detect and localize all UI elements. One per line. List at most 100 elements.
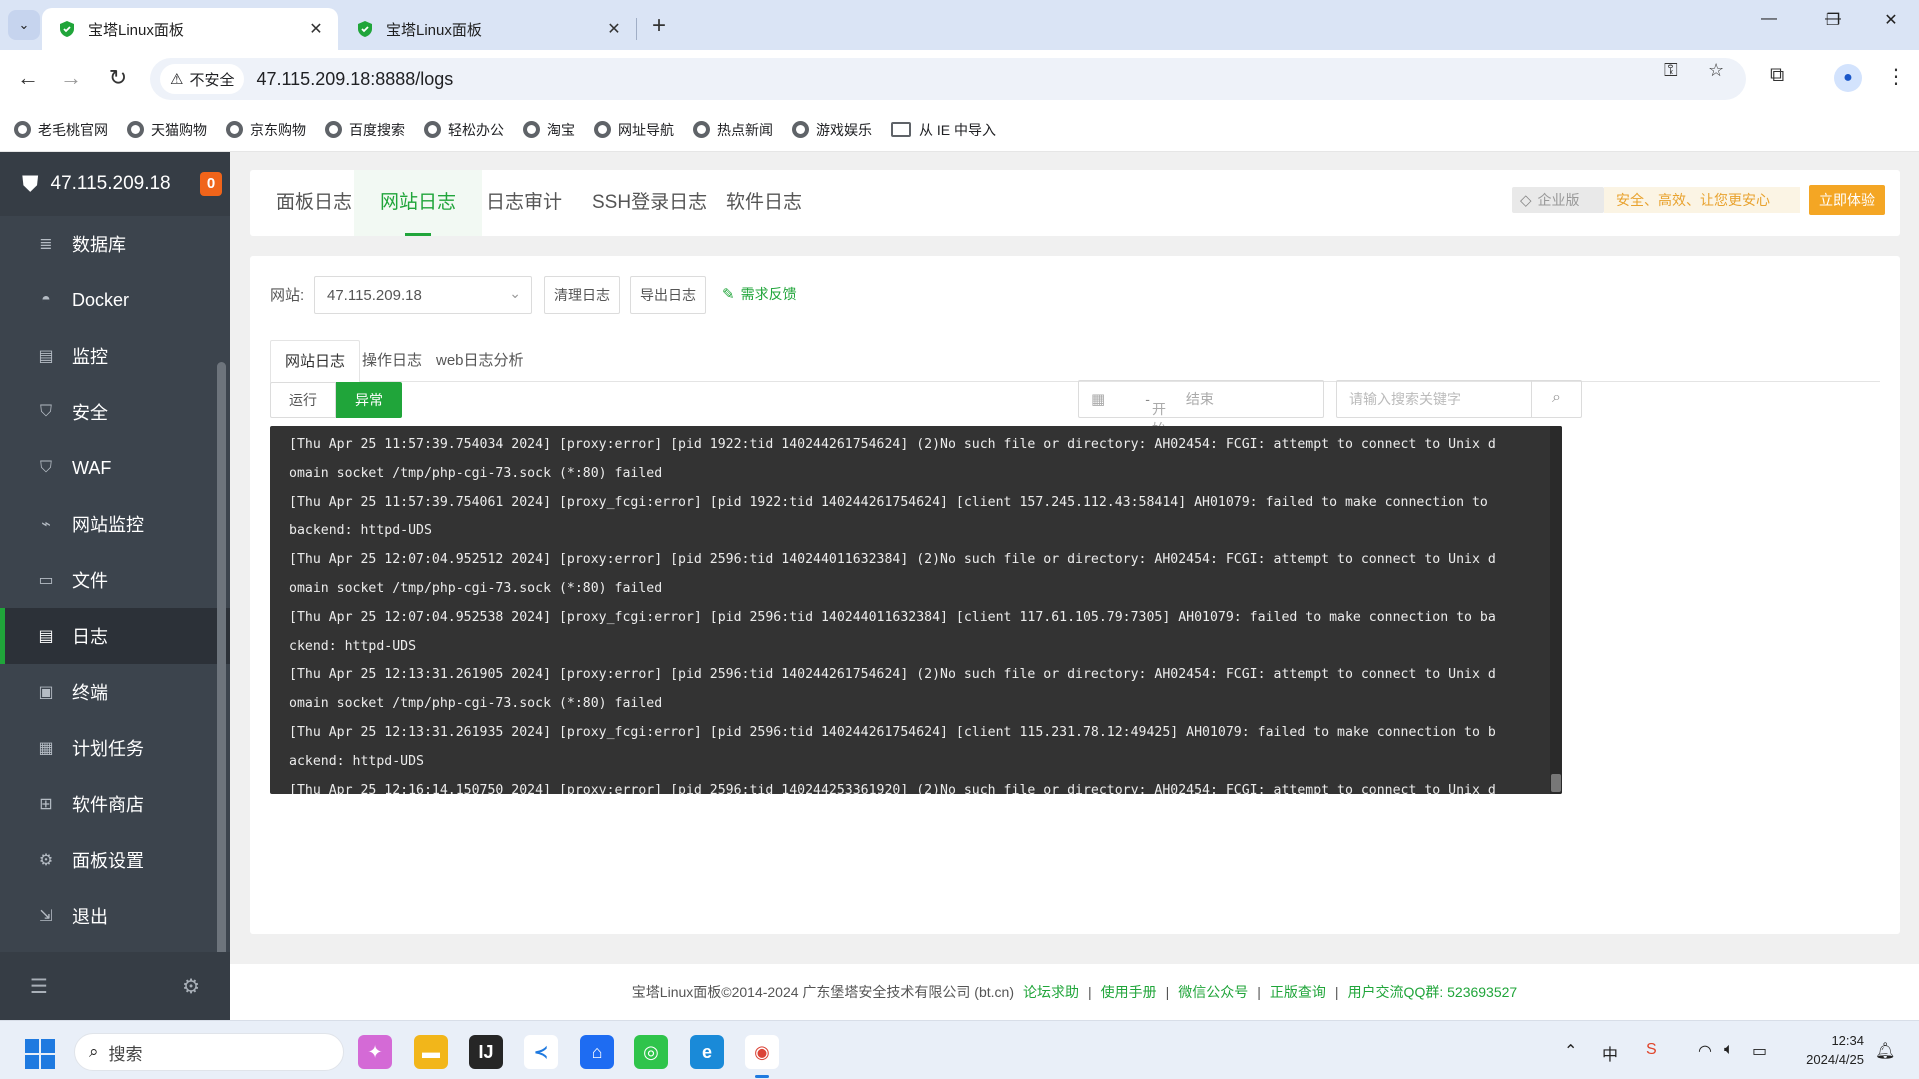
search-icon[interactable]: ⌕ — [1531, 381, 1581, 417]
sidebar-item[interactable]: ⛉ 安全 — [0, 384, 230, 440]
try-now-button[interactable]: 立即体验 — [1809, 185, 1885, 215]
bookmark-label: 百度搜索 — [349, 121, 405, 138]
battery-icon[interactable]: ▭ — [1752, 1041, 1767, 1061]
subtab-website-log[interactable]: 网站日志 — [270, 340, 361, 383]
sidebar-item[interactable]: ▤ 日志 — [0, 608, 230, 664]
forward-button[interactable]: → — [56, 64, 86, 94]
subtab-web-log-analysis[interactable]: web日志分析 — [422, 340, 538, 383]
edge-browser-icon[interactable]: e — [690, 1035, 724, 1069]
feedback-link[interactable]: ✎ 需求反馈 — [722, 284, 797, 304]
sidebar-item[interactable]: ▭ 文件 — [0, 552, 230, 608]
tab-close-icon[interactable]: ✕ — [604, 19, 624, 39]
volume-icon[interactable]: 🔈︎ — [1724, 1041, 1734, 1059]
taskbar-search[interactable]: ⌕ 搜索 — [74, 1033, 344, 1071]
bookmark-item[interactable]: 老毛桃官网 — [14, 120, 108, 140]
date-end[interactable]: 结束 — [1186, 389, 1214, 409]
bookmark-item[interactable]: 轻松办公 — [424, 120, 504, 140]
folder-icon: ▭ — [38, 572, 54, 589]
restore-button[interactable]: ❐ — [1818, 10, 1848, 30]
error-log-button[interactable]: 异常 — [336, 382, 402, 418]
tray-chevron-icon[interactable]: ⌃ — [1564, 1041, 1577, 1061]
wifi-icon[interactable]: ◠ — [1698, 1041, 1712, 1061]
start-button[interactable] — [25, 1039, 55, 1069]
server-ip[interactable]: 47.115.209.18 — [51, 173, 171, 195]
tab-close-icon[interactable]: ✕ — [306, 19, 326, 39]
url-text[interactable]: 47.115.209.18:8888/logs — [256, 69, 453, 90]
log-output[interactable]: [Thu Apr 25 11:57:39.754034 2024] [proxy… — [270, 426, 1562, 794]
log-icon: ▤ — [38, 628, 54, 645]
sidebar-item[interactable]: ▦ 计划任务 — [0, 720, 230, 776]
reload-button[interactable]: ↻ — [103, 64, 133, 94]
collapse-menu-icon[interactable]: ☰ — [30, 974, 48, 999]
window-close-button[interactable]: ✕ — [1876, 10, 1906, 30]
shield-icon: ⛉ — [39, 403, 52, 420]
sidebar-item[interactable]: ⊞ 软件商店 — [0, 776, 230, 832]
date-range-picker[interactable]: ▦ 开始 - 结束 — [1078, 380, 1324, 437]
site-select[interactable]: 47.115.209.18 ⌄ — [314, 276, 532, 314]
bookmark-item[interactable]: 网址导航 — [594, 120, 674, 140]
minimize-icon[interactable]: — — [1754, 10, 1784, 28]
sidebar-item[interactable]: ≣ 数据库 — [0, 216, 230, 272]
browser-tab[interactable]: 宝塔Linux面板 ✕ — [340, 8, 636, 50]
sidebar-item[interactable]: ⚙ 面板设置 — [0, 832, 230, 888]
chrome-browser-icon[interactable]: ◉ — [745, 1035, 779, 1078]
bookmark-item[interactable]: 京东购物 — [226, 120, 306, 140]
notification-badge[interactable]: 0 — [200, 172, 222, 196]
log-scrollbar[interactable] — [1550, 426, 1562, 794]
footer-link[interactable]: 正版查询 — [1270, 982, 1326, 1002]
sidebar-item[interactable]: ◓ Docker — [0, 272, 230, 328]
password-key-icon[interactable]: ⚿ — [1664, 60, 1678, 81]
taskbar-search-label: 搜索 — [108, 1044, 143, 1064]
sidebar-item[interactable]: ▣ 终端 — [0, 664, 230, 720]
bookmark-item[interactable]: 淘宝 — [523, 120, 575, 140]
log-line: [Thu Apr 25 12:13:31.261905 2024] [proxy… — [289, 667, 1496, 712]
address-bar[interactable]: ⚠ 不安全 47.115.209.18:8888/logs — [150, 58, 1746, 100]
footer-link[interactable]: 论坛求助 — [1023, 982, 1079, 1002]
vscode-app-icon[interactable]: ≺ — [524, 1035, 558, 1069]
sidebar-item-label: 安全 — [72, 403, 108, 423]
settings-gear-icon[interactable]: ⚙ — [182, 974, 200, 999]
notification-bell-icon[interactable]: 🔔︎ — [1875, 1041, 1895, 1061]
file-explorer-icon[interactable]: ▬ — [414, 1035, 448, 1069]
bookmark-item[interactable]: 热点新闻 — [693, 120, 773, 140]
tab-search-button[interactable]: ⌄ — [8, 10, 40, 40]
tab-software-log[interactable]: 软件日志 — [700, 170, 828, 236]
log-scrollbar-thumb[interactable] — [1551, 774, 1561, 792]
feishu-app-icon[interactable]: ⌂ — [580, 1035, 614, 1069]
copilot-app-icon[interactable]: ✦ — [358, 1035, 392, 1069]
extensions-icon[interactable]: ⧉ — [1770, 64, 1784, 87]
sidebar-item[interactable]: ▤ 监控 — [0, 328, 230, 384]
security-chip[interactable]: ⚠ 不安全 — [160, 64, 245, 94]
sidebar-item[interactable]: ⌁ 网站监控 — [0, 496, 230, 552]
back-button[interactable]: ← — [13, 64, 43, 94]
footer-link[interactable]: 使用手册 — [1101, 982, 1157, 1002]
clear-log-button[interactable]: 清理日志 — [544, 276, 620, 314]
new-tab-button[interactable]: + — [652, 12, 666, 40]
log-search-input[interactable] — [1337, 381, 1531, 417]
menu-kebab-icon[interactable]: ⋮ — [1886, 64, 1906, 89]
footer-link[interactable]: 用户交流QQ群: 523693527 — [1348, 982, 1518, 1002]
browser-tab-active[interactable]: 宝塔Linux面板 ✕ — [42, 8, 338, 50]
bookmark-item[interactable]: 百度搜索 — [325, 120, 405, 140]
system-clock[interactable]: 12:34 2024/4/25 — [1794, 1031, 1864, 1069]
run-log-button[interactable]: 运行 — [270, 382, 336, 418]
jetbrains-app-icon[interactable]: IJ — [469, 1035, 503, 1069]
sidebar-scrollbar[interactable] — [217, 362, 226, 962]
export-log-button[interactable]: 导出日志 — [630, 276, 706, 314]
bookmark-label: 轻松办公 — [448, 121, 504, 138]
date-start[interactable]: 开始 — [1152, 399, 1182, 437]
profile-avatar-icon[interactable]: ● — [1834, 64, 1862, 92]
footer-separator: | — [1165, 984, 1170, 1000]
antivirus-tray-icon[interactable]: S — [1646, 1041, 1657, 1059]
sidebar-item[interactable]: ⛉ WAF — [0, 440, 230, 496]
bookmark-item[interactable]: 游戏娱乐 — [792, 120, 872, 140]
bookmark-star-icon[interactable]: ☆ — [1708, 60, 1724, 81]
sidebar-item[interactable]: ⇲ 退出 — [0, 888, 230, 944]
wechat-app-icon[interactable]: ◎ — [634, 1035, 668, 1069]
bookmark-item[interactable]: 天猫购物 — [127, 120, 207, 140]
tab-title: 宝塔Linux面板 — [386, 21, 482, 39]
bookmark-item[interactable]: 从 IE 中导入 — [891, 120, 996, 140]
input-method-icon[interactable]: 中 — [1602, 1041, 1618, 1065]
chevron-down-icon: ⌄ — [509, 285, 521, 301]
footer-link[interactable]: 微信公众号 — [1178, 982, 1248, 1002]
